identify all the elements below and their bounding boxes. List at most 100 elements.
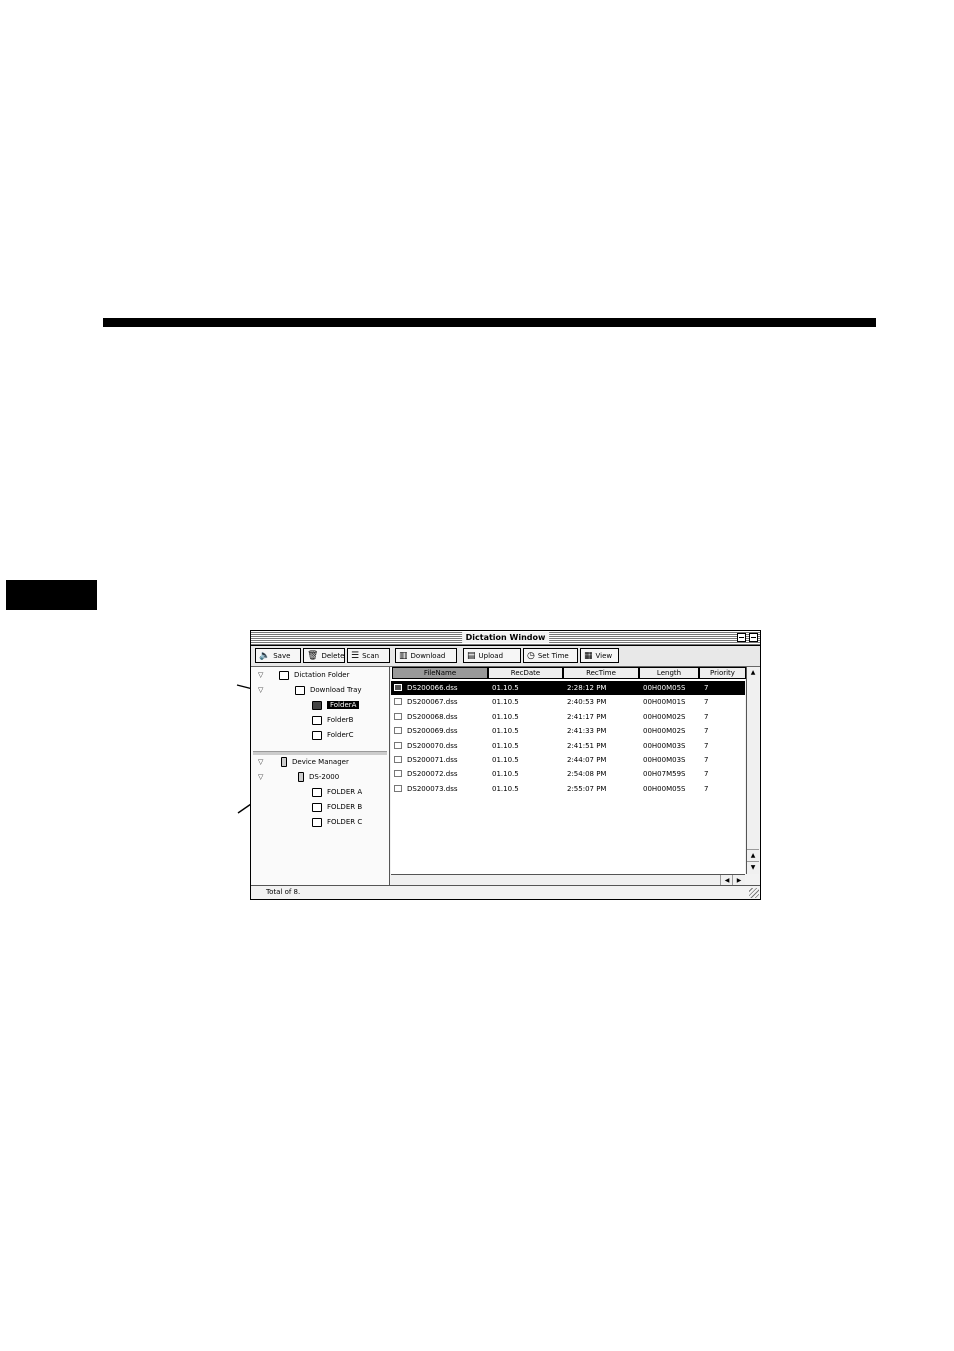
file-list: FileName RecDate RecTime Length Priority…	[391, 667, 746, 874]
table-cell-priority: 7	[704, 756, 709, 764]
table-cell-length: 00H07M59S	[643, 770, 686, 779]
table-cell-priority: 7	[704, 712, 709, 721]
collapse-box-icon[interactable]	[749, 633, 758, 642]
table-row[interactable]: DS200073.dss 01.10.5 2:55:07 PM 00H00M05S 7	[391, 782, 745, 796]
scroll-down-icon[interactable]: ▼	[747, 861, 759, 874]
tree-folder-c[interactable]: FolderC	[312, 729, 354, 742]
table-cell-recdate: 01.10.5	[492, 756, 519, 764]
speaker-icon: 🔈	[259, 650, 271, 661]
recorder-icon	[298, 772, 304, 782]
dss-file-icon	[394, 741, 402, 749]
table-cell-recdate: 01.10.5	[492, 784, 519, 793]
status-text: Total of 8.	[266, 888, 301, 896]
dictation-window: Dictation Window 🔈 Save 🗑 Delete ☰ Scan ▥ Do…	[250, 630, 761, 900]
resize-grip-icon[interactable]	[749, 888, 759, 898]
view-button[interactable]: ▦ View	[580, 648, 619, 663]
table-row[interactable]: DS200071.dss 01.10.5 2:44:07 PM 00H00M03S 7	[391, 753, 745, 767]
window-title: Dictation Window	[461, 632, 550, 643]
tree-device[interactable]: ▽ DS-2000	[251, 771, 390, 784]
table-row[interactable]: DS200066.dss 01.10.5 2:28:12 PM 00H00M05S 7	[391, 681, 745, 695]
folder-icon	[312, 817, 322, 827]
trash-icon: 🗑	[307, 650, 319, 661]
table-cell-rectime: 2:55:07 PM	[567, 784, 607, 793]
tree-separator[interactable]	[253, 751, 387, 755]
delete-button[interactable]: 🗑 Delete	[303, 648, 345, 663]
header-rule	[103, 318, 876, 327]
table-cell-recdate: 01.10.5	[492, 684, 519, 692]
table-cell-priority: 7	[704, 741, 709, 750]
tree-dev-folder-b[interactable]: FOLDER B	[312, 801, 362, 814]
table-cell-priority: 7	[704, 727, 709, 736]
column-header-filename[interactable]: FileName	[392, 667, 488, 679]
folder-icon	[312, 700, 322, 710]
folder-icon	[312, 715, 322, 725]
folder-icon	[312, 802, 322, 812]
table-cell-length: 00H00M05S	[643, 784, 686, 793]
download-icon: ▥	[399, 650, 408, 661]
table-cell-priority: 7	[704, 784, 709, 793]
tree-folder-b[interactable]: FolderB	[312, 714, 353, 727]
table-row[interactable]: DS200068.dss 01.10.5 2:41:17 PM 00H00M02S 7	[391, 710, 745, 724]
set-time-button[interactable]: ◷ Set Time	[523, 648, 578, 663]
table-cell-recdate: 01.10.5	[492, 712, 519, 721]
tree-device-manager[interactable]: ▽ Device Manager	[251, 756, 390, 769]
clock-icon: ◷	[527, 650, 535, 661]
title-bar[interactable]: Dictation Window	[251, 631, 760, 646]
disclosure-triangle-icon[interactable]: ▽	[258, 756, 263, 769]
status-bar: Total of 8.	[251, 885, 760, 899]
tray-icon	[295, 685, 305, 695]
disclosure-triangle-icon[interactable]: ▽	[258, 669, 263, 682]
scan-button[interactable]: ☰ Scan	[347, 648, 390, 663]
table-row[interactable]: DS200067.dss 01.10.5 2:40:53 PM 00H00M01S 7	[391, 695, 745, 709]
table-cell-rectime: 2:41:17 PM	[567, 712, 607, 721]
toolbar: 🔈 Save 🗑 Delete ☰ Scan ▥ Download ▤ Upload ◷ S…	[251, 646, 760, 667]
scroll-up-icon[interactable]: ▲	[747, 667, 759, 679]
table-cell-rectime: 2:41:33 PM	[567, 727, 607, 736]
tree-folder-a[interactable]: FolderA	[312, 699, 360, 712]
table-cell-rectime: 2:40:53 PM	[567, 698, 607, 707]
tree-dev-folder-a[interactable]: FOLDER A	[312, 786, 362, 799]
scan-icon: ☰	[351, 650, 360, 661]
disclosure-triangle-icon[interactable]: ▽	[258, 771, 263, 784]
folder-tree: ▽ Dictation Folder ▽ Download Tray Folde…	[251, 667, 390, 886]
table-row[interactable]: DS200072.dss 01.10.5 2:54:08 PM 00H07M59S 7	[391, 767, 745, 781]
dss-file-icon	[394, 770, 402, 778]
tree-dev-folder-c[interactable]: FOLDER C	[312, 816, 362, 829]
column-header-recdate[interactable]: RecDate	[488, 667, 563, 679]
table-cell-filename: DS200068.dss	[407, 712, 458, 721]
tree-download-tray[interactable]: ▽ Download Tray	[251, 684, 390, 697]
table-cell-rectime: 2:44:07 PM	[567, 756, 607, 764]
upload-button[interactable]: ▤ Upload	[463, 648, 521, 663]
table-row[interactable]: DS200070.dss 01.10.5 2:41:51 PM 00H00M03S 7	[391, 739, 745, 753]
table-cell-length: 00H00M02S	[643, 712, 686, 721]
table-cell-length: 00H00M02S	[643, 727, 686, 736]
download-button[interactable]: ▥ Download	[395, 648, 457, 663]
table-cell-rectime: 2:28:12 PM	[567, 684, 607, 692]
table-cell-recdate: 01.10.5	[492, 727, 519, 736]
dss-file-icon	[394, 684, 402, 691]
table-cell-recdate: 01.10.5	[492, 770, 519, 779]
column-header-priority[interactable]: Priority	[699, 667, 746, 679]
vertical-scrollbar[interactable]: ▲ ▲ ▼	[746, 667, 759, 874]
folder-icon	[312, 730, 322, 740]
table-cell-priority: 7	[704, 684, 709, 692]
save-button[interactable]: 🔈 Save	[255, 648, 301, 663]
dss-file-icon	[394, 712, 402, 720]
table-cell-filename: DS200073.dss	[407, 784, 458, 793]
table-row[interactable]: DS200069.dss 01.10.5 2:41:33 PM 00H00M02S 7	[391, 724, 745, 738]
table-cell-length: 00H00M05S	[643, 684, 686, 692]
table-cell-filename: DS200067.dss	[407, 698, 458, 707]
table-cell-rectime: 2:41:51 PM	[567, 741, 607, 750]
upload-icon: ▤	[467, 650, 476, 661]
column-header-rectime[interactable]: RecTime	[563, 667, 639, 679]
table-cell-filename: DS200070.dss	[407, 741, 458, 750]
table-cell-filename: DS200072.dss	[407, 770, 458, 779]
table-cell-priority: 7	[704, 698, 709, 707]
zoom-box-icon[interactable]	[737, 633, 746, 642]
table-cell-length: 00H00M01S	[643, 698, 686, 707]
table-cell-filename: DS200066.dss	[407, 684, 458, 692]
disclosure-triangle-icon[interactable]: ▽	[258, 684, 263, 697]
table-cell-length: 00H00M03S	[643, 741, 686, 750]
column-header-length[interactable]: Length	[639, 667, 699, 679]
tree-dictation-folder[interactable]: ▽ Dictation Folder	[251, 669, 390, 682]
